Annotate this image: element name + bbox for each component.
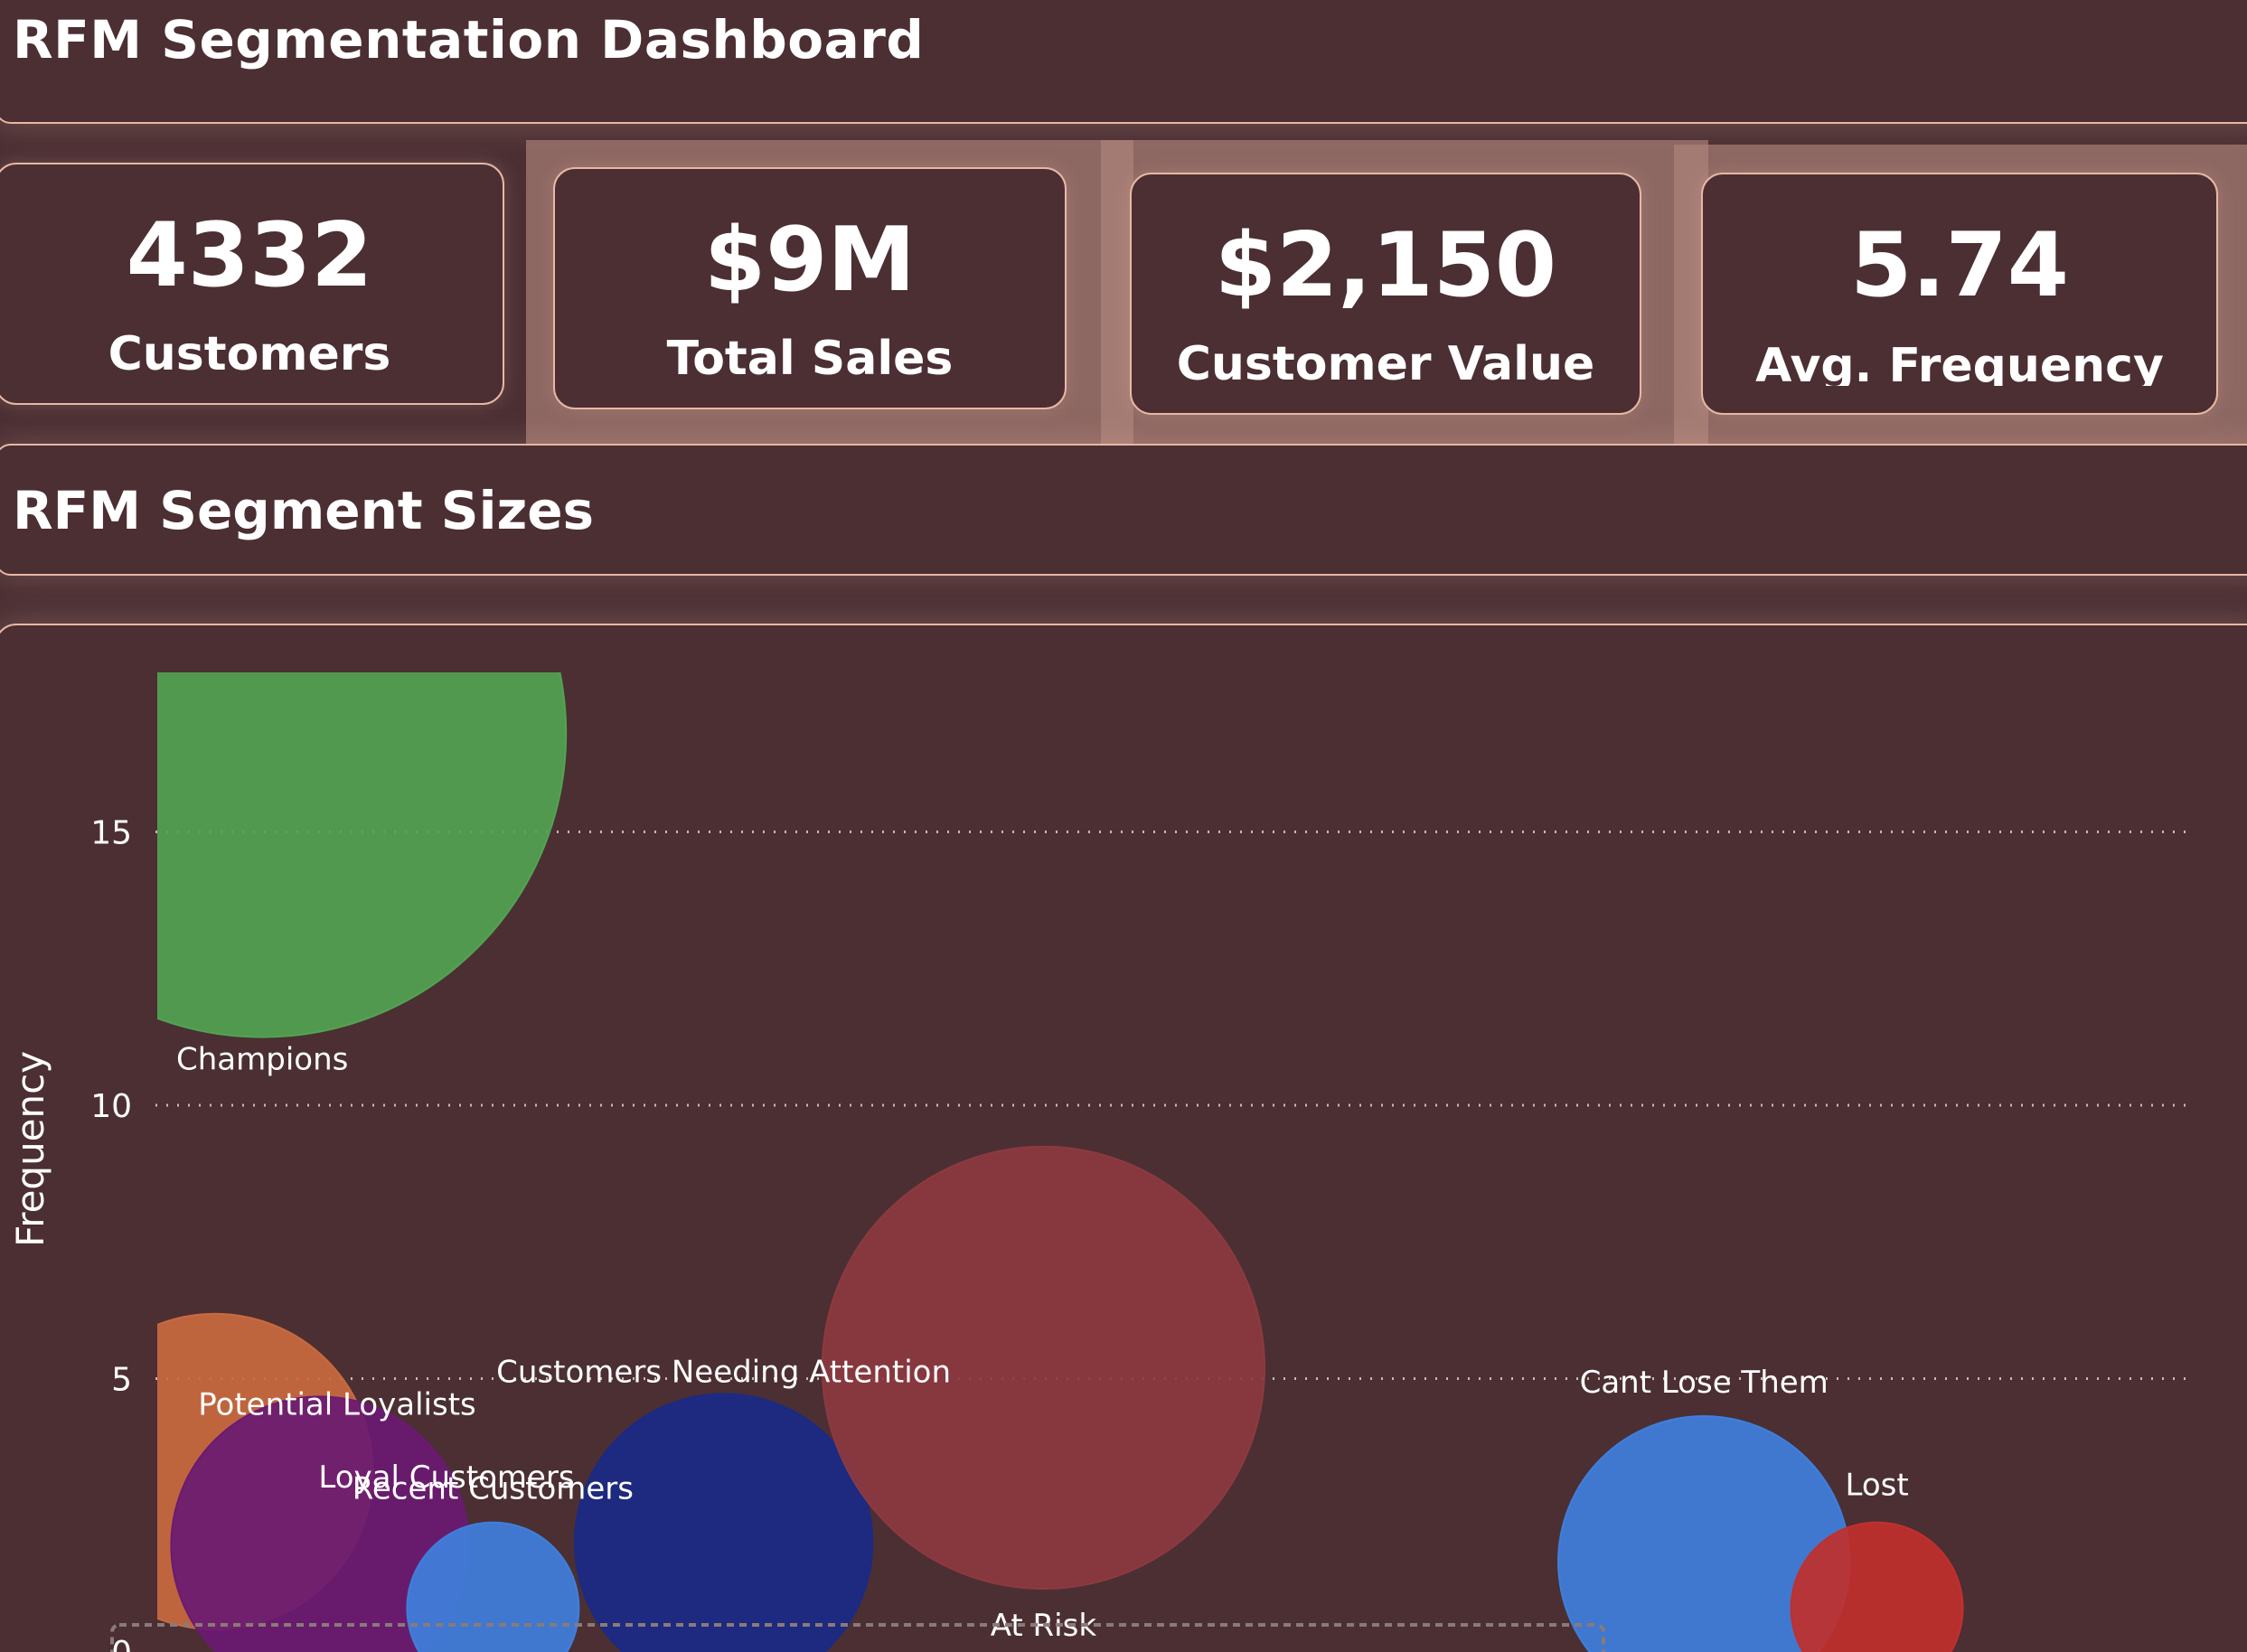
y-axis-title: Frequency <box>8 1051 52 1247</box>
bubble-chart: ChampionsPotential LoyalistsLoyal Custom… <box>0 625 2193 1652</box>
y-tick-label: 0 <box>111 1635 132 1652</box>
bubble-label: Lost <box>1845 1468 1908 1504</box>
bubble-champions[interactable] <box>0 625 568 1038</box>
bubble-chart-panel[interactable]: Champions Potential Loyalists Loyal Custom… <box>0 624 2247 1652</box>
bubble-label: Cant Lose Them <box>1580 1365 1829 1401</box>
y-axis-ticks: 0 5 10 15 <box>90 815 132 1652</box>
kpi-label: Total Sales <box>666 332 954 386</box>
bubble-label: Recent Customers <box>353 1471 634 1507</box>
kpi-card-customers[interactable]: 4332 Customers <box>0 163 504 405</box>
section-title: RFM Segment Sizes <box>13 480 595 541</box>
kpi-value: $9M <box>704 209 916 312</box>
kpi-label: Customer Value <box>1176 337 1595 391</box>
kpi-card-avg-frequency[interactable]: 5.74 Avg. Frequency <box>1701 173 2218 415</box>
dashboard-title: RFM Segmentation Dashboard <box>13 9 925 70</box>
kpi-value: 4332 <box>126 204 373 307</box>
bubble-customers-needing-attention[interactable] <box>574 1393 874 1652</box>
y-tick-label: 5 <box>111 1362 132 1399</box>
dashboard-header: RFM Segmentation Dashboard <box>0 0 2247 124</box>
bubble-label: Champions <box>176 1042 348 1078</box>
y-tick-label: 15 <box>90 815 132 852</box>
bubble-label: Potential Loyalists <box>198 1386 476 1422</box>
kpi-card-customer-value[interactable]: $2,150 Customer Value <box>1130 173 1641 415</box>
section-header: RFM Segment Sizes <box>0 444 2247 576</box>
dashboard-page: RFM Segmentation Dashboard 4332 Customer… <box>0 0 2247 1652</box>
kpi-label: Customers <box>108 327 391 381</box>
bubble-label: Customers Needing Attention <box>496 1354 951 1390</box>
kpi-value: $2,150 <box>1214 214 1557 317</box>
kpi-value: 5.74 <box>1850 214 2069 317</box>
bubble-series <box>0 625 1964 1652</box>
y-tick-label: 10 <box>90 1088 132 1125</box>
kpi-label: Avg. Frequency <box>1755 343 2164 386</box>
kpi-card-total-sales[interactable]: $9M Total Sales <box>553 167 1067 409</box>
